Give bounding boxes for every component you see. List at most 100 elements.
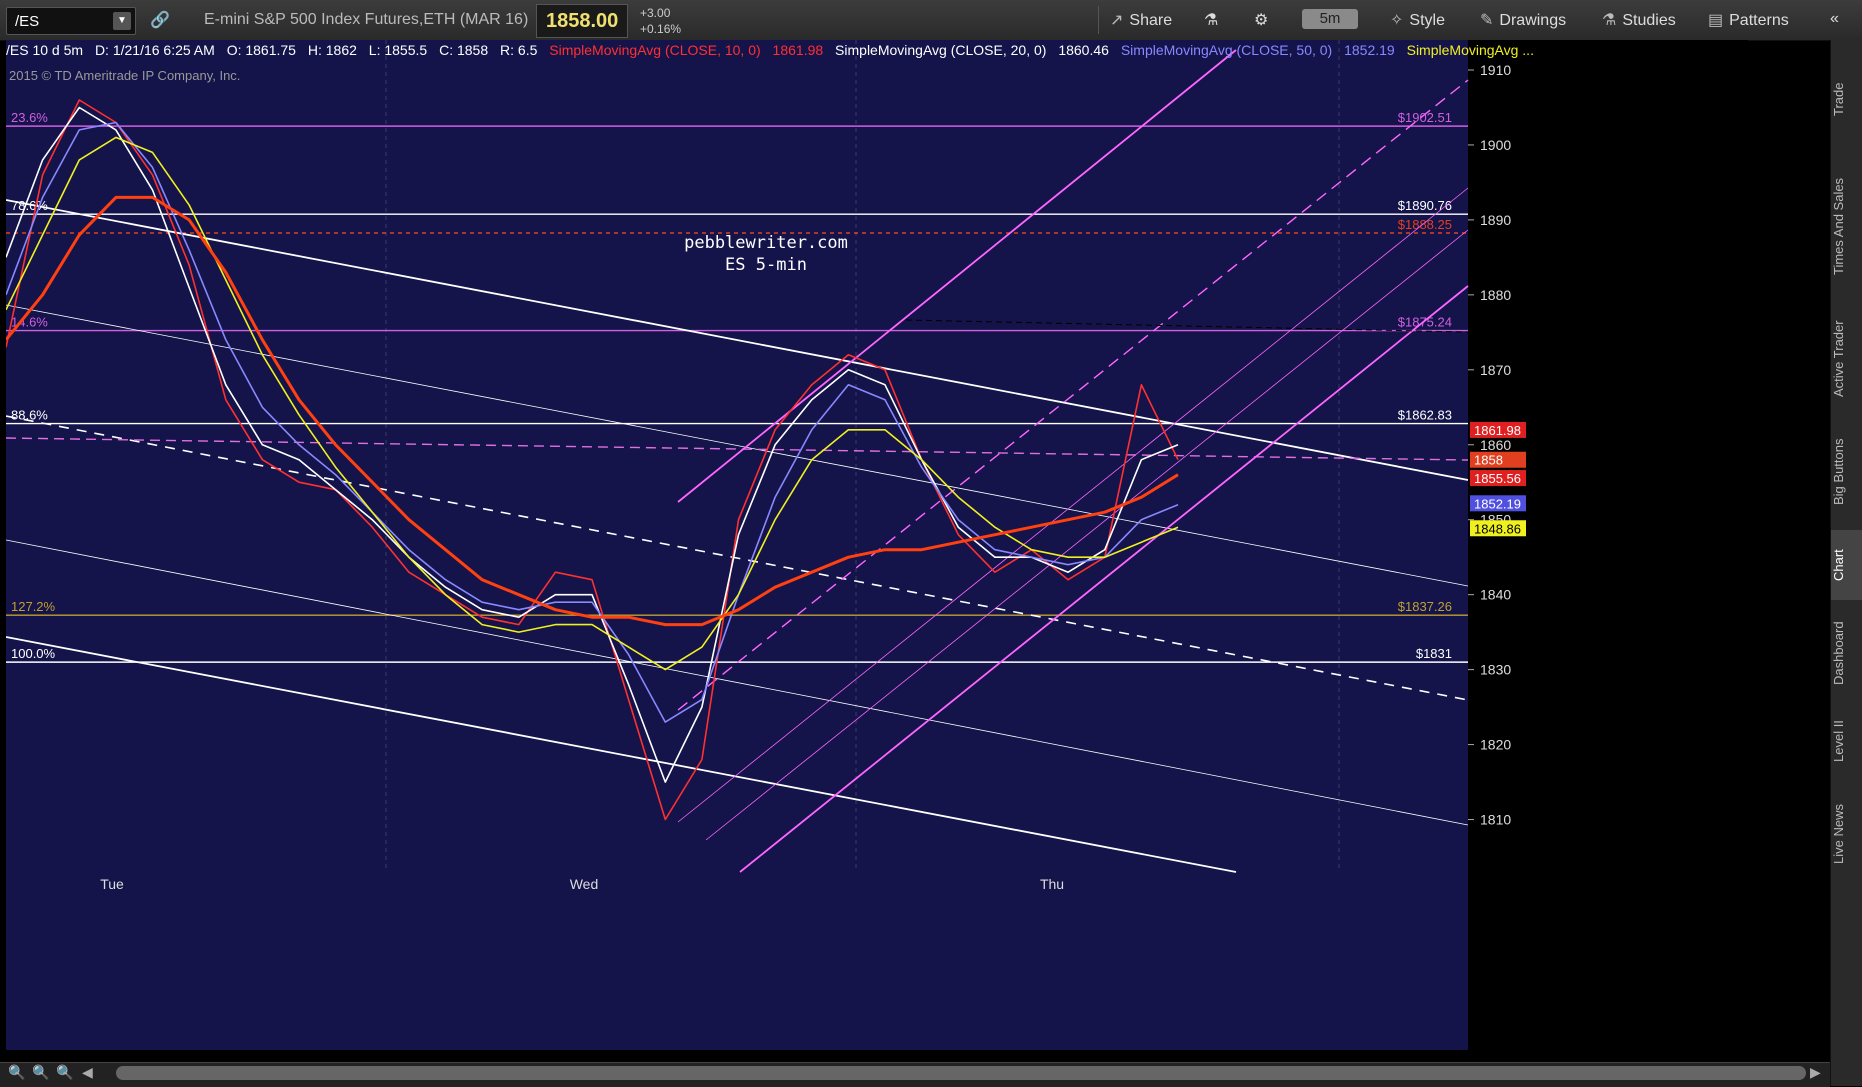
style-icon: ✧ [1390,12,1404,29]
y-tick-label-1910: 1910 [1480,62,1511,78]
y-tick-label-1860: 1860 [1480,437,1511,453]
chart-area[interactable]: 1810 1820 1830 1840 1850 1860 1870 1880 1890 1900… [4,40,1748,1050]
change-percent: +0.16% [640,22,682,36]
bar-high: H: 1862 [307,42,357,58]
side-tabs: Trade Times And Sales Active Trader Big … [1830,40,1862,1086]
patterns-label: Patterns [1729,12,1789,29]
x-tick-label-thu: Thu [1040,876,1064,892]
price-label-0: 1861.98 [1474,423,1521,438]
bar-date: D: 1/21/16 6:25 AM [94,42,215,58]
drawings-button[interactable]: ✎ Drawings [1480,10,1566,30]
gear-icon[interactable]: ⚙ [1254,10,1268,30]
scroll-left-icon[interactable]: ◀ [82,1064,100,1082]
x-tick-label-tue: Tue [100,876,124,892]
tab-live-news[interactable]: Live News [1831,784,1862,884]
watermark-line2: ES 5-min [725,255,807,275]
change-value: +3.00 [640,6,671,20]
symbol-input[interactable]: /ES ▼ [6,7,136,35]
top-toolbar: /ES ▼ 🔗 E-mini S&P 500 Index Futures,ETH… [0,0,1862,41]
last-price-box: 1858.00 [536,4,628,38]
tab-dashboard[interactable]: Dashboard [1831,608,1862,698]
y-tick-label-1870: 1870 [1480,362,1511,378]
zoom-in-icon[interactable]: 🔍 [32,1064,50,1082]
level-left-label-5: 127.2% [11,599,56,614]
timeframe-button[interactable]: 5m [1302,9,1358,29]
level-left-label-0: 23.6% [11,110,48,125]
flask-icon: ⚗ [1602,12,1617,29]
level-right-label-6: $1831 [1416,646,1452,661]
share-icon: ↗ [1110,12,1124,29]
series-line-2 [5,121,1179,723]
patterns-button[interactable]: ▤ Patterns [1708,10,1789,30]
trend-line-10 [705,229,1469,841]
style-button[interactable]: ✧ Style [1390,10,1445,30]
symbol-text: /ES [15,13,40,30]
level-right-label-5: $1837.26 [1398,599,1452,614]
y-tick-label-1840: 1840 [1480,587,1511,603]
trend-line-8 [739,285,1469,873]
y-tick-label-1880: 1880 [1480,287,1511,303]
level-left-label-6: 100.0% [11,646,56,661]
trend-line-6 [677,49,1237,503]
studies-label: Studies [1622,12,1676,29]
tab-active-trader[interactable]: Active Trader [1831,304,1862,414]
tab-times-and-sales[interactable]: Times And Sales [1831,156,1862,296]
pencil-icon: ✎ [1480,12,1494,29]
price-label-3: 1852.19 [1474,496,1521,511]
price-label-1: 1858 [1474,453,1503,468]
drawings-label: Drawings [1499,12,1567,29]
tab-chart[interactable]: Chart [1831,530,1862,600]
collapse-icon[interactable]: « [1830,10,1839,28]
tab-big-buttons[interactable]: Big Buttons [1831,422,1862,522]
tab-level-ii[interactable]: Level II [1831,706,1862,776]
price-change: +3.00 +0.16% [640,5,681,37]
sma50-value: 1852.19 [1344,42,1395,58]
series-line-0 [5,99,1179,821]
trend-line-9 [677,187,1469,823]
sma20-label: SimpleMovingAvg (CLOSE, 20, 0) [835,42,1047,58]
zoom-out-icon[interactable]: 🔍 [8,1064,26,1082]
bar-open: O: 1861.75 [226,42,296,58]
link-icon[interactable]: 🔗 [150,10,170,30]
last-price: 1858.00 [546,10,619,32]
share-label: Share [1129,12,1173,29]
scroll-right-icon[interactable]: ▶ [1810,1064,1828,1082]
patterns-icon: ▤ [1708,12,1724,29]
copyright: 2015 © TD Ameritrade IP Company, Inc. [9,68,241,83]
sma100-label: SimpleMovingAvg ... [1406,42,1534,58]
sma20-value: 1860.46 [1058,42,1109,58]
y-tick-label-1820: 1820 [1480,737,1511,753]
level-left-label-1: 78.6% [11,198,48,213]
flask-icon[interactable]: ⚗ [1204,10,1218,30]
price-chart[interactable]: 1810182018301840185018601870188018901900… [4,40,1748,1050]
trend-line-5 [5,437,1469,461]
instrument-description: E-mini S&P 500 Index Futures,ETH (MAR 16… [204,11,529,28]
bar-low: L: 1855.5 [368,42,428,58]
level-right-label-4: $1862.83 [1398,408,1452,423]
bar-close: C: 1858 [439,42,489,58]
level-right-label-3: $1875.24 [1398,315,1452,330]
style-label: Style [1409,12,1445,29]
zoom-reset-icon[interactable]: 🔍 [56,1064,74,1082]
series-line-4 [4,195,1179,627]
level-right-label-1: $1890.76 [1398,198,1452,213]
sma50-label: SimpleMovingAvg (CLOSE, 50, 0) [1120,42,1333,58]
trend-line-2 [5,415,1469,701]
y-tick-label-1810: 1810 [1480,812,1511,828]
level-right-label-2: $1888.25 [1398,217,1452,232]
trend-line-3 [5,539,1469,826]
chevron-down-icon[interactable]: ▼ [113,12,131,30]
chart-header: /ES 10 d 5m [6,42,84,58]
tab-trade[interactable]: Trade [1831,54,1862,144]
separator [1098,6,1099,34]
y-tick-label-1900: 1900 [1480,137,1511,153]
price-label-4: 1848.86 [1474,521,1521,536]
study-info-bar: /ES 10 d 5m D: 1/21/16 6:25 AM O: 1861.7… [6,42,1542,62]
x-tick-label-wed: Wed [570,876,599,892]
watermark-line1: pebblewriter.com [684,233,848,253]
studies-button[interactable]: ⚗ Studies [1602,10,1676,30]
price-label-2: 1855.56 [1474,471,1521,486]
y-tick-label-1890: 1890 [1480,212,1511,228]
share-button[interactable]: ↗ Share [1110,10,1172,30]
horizontal-scrollbar[interactable] [116,1066,1806,1080]
